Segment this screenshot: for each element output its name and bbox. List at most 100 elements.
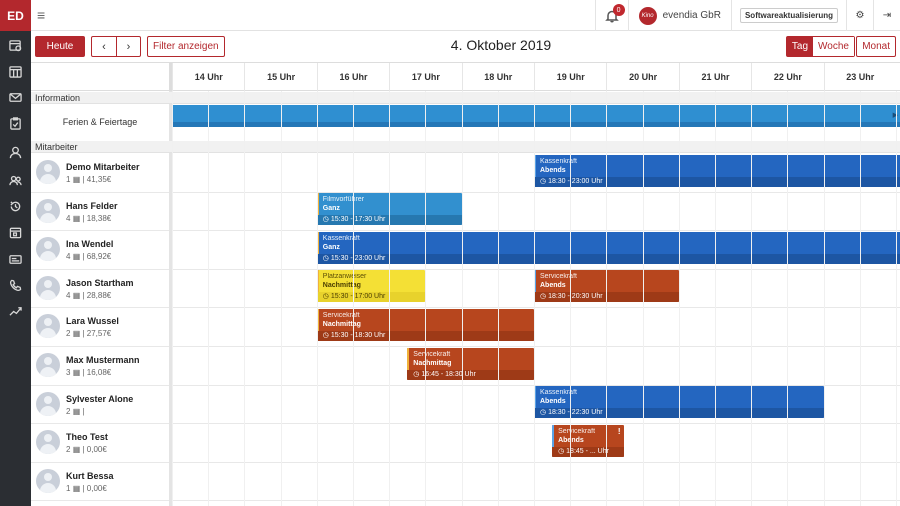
hour-label: 16 Uhr: [316, 63, 389, 91]
user-icon[interactable]: [8, 145, 23, 160]
view-month-button[interactable]: Monat: [856, 36, 896, 57]
next-button[interactable]: ›: [116, 37, 140, 56]
shift-time-text: 15:30 - 17:30 Uhr: [330, 216, 386, 224]
mail-icon[interactable]: [8, 90, 23, 105]
employee-name: Lara Wussel: [66, 316, 119, 327]
calendar-icon: ▦: [72, 483, 81, 493]
grid-line: [534, 91, 535, 506]
employee-row[interactable]: Lara Wussel 2 ▦ | 27,57€: [31, 308, 169, 346]
shift-role: Servicekraft: [413, 350, 451, 358]
employee-meta: 1 ▦ | 41,35€: [66, 175, 112, 184]
calendar-icon: ▦: [72, 252, 81, 262]
hour-label: 14 Uhr: [172, 63, 244, 91]
company-logo: Kino: [638, 6, 657, 25]
shift-count: 2: [66, 445, 71, 455]
shift-type: Abends: [540, 282, 566, 290]
grid-line: [859, 91, 861, 506]
shift-count: 3: [66, 368, 71, 377]
grid-line: [208, 91, 210, 506]
shift-type: Ganz: [322, 243, 340, 251]
calendar-toolbar: Heute ‹ › Filter anzeigen 4. Oktober 201…: [31, 31, 900, 62]
prev-button[interactable]: ‹: [92, 37, 116, 56]
shift-role: Servicekraft: [558, 427, 596, 435]
section-staff: Mitarbeiter: [31, 141, 900, 153]
employee-row[interactable]: Hans Felder 4 ▦ | 18,38€: [31, 193, 169, 231]
shift-block[interactable]: Platzanweiser Nachmittag ◷ 15:30 - 17:00 U…: [316, 270, 426, 303]
employee-meta: 2 ▦ | 0,00€: [66, 445, 107, 455]
grid-line: [461, 91, 463, 506]
calendar-icon: ▦: [72, 329, 81, 339]
hour-label: 15 Uhr: [244, 63, 316, 91]
calendar-grid-icon[interactable]: [8, 64, 23, 79]
trend-icon[interactable]: [8, 304, 23, 319]
avatar: [36, 198, 60, 223]
shift-type: Abends: [540, 166, 566, 174]
sidebar: ED: [0, 0, 31, 506]
app-logo[interactable]: ED: [0, 0, 31, 31]
phone-icon[interactable]: [8, 278, 23, 293]
grid-line: [751, 91, 753, 506]
shift-type: Ganz: [322, 205, 340, 213]
employee-row[interactable]: Demo Mitarbeiter 1 ▦ | 41,35€: [31, 154, 169, 192]
employee-row[interactable]: Sylvester Alone 2 ▦ |: [31, 386, 169, 424]
employee-amount: 16,08€: [86, 368, 112, 377]
employee-amount: 18,38€: [86, 213, 112, 223]
company-switcher[interactable]: Kino evendia GbR: [629, 0, 731, 31]
shift-count: 2: [66, 406, 71, 416]
notifications-button[interactable]: 0: [596, 0, 628, 31]
avatar: [36, 275, 60, 300]
grid-line: [606, 91, 608, 506]
shift-role: Filmvorführer: [322, 196, 365, 204]
shift-block[interactable]: ServicekraftAbends◷ 18:45 - ... Uhr!: [552, 424, 625, 457]
employee-meta: 4 ▦ | 18,38€: [66, 213, 112, 223]
users-icon[interactable]: [8, 173, 23, 188]
software-update-button[interactable]: Softwareaktualisierung: [739, 8, 838, 23]
shift-role: Servicekraft: [540, 273, 577, 281]
hour-label: 23 Uhr: [823, 63, 896, 91]
today-button[interactable]: Heute: [35, 36, 85, 57]
shift-count: 4: [66, 213, 71, 223]
employee-row[interactable]: Kurt Bessa 1 ▦ | 0,00€: [31, 463, 169, 501]
employee-row[interactable]: Theo Test 2 ▦ | 0,00€: [31, 424, 169, 462]
employee-name: Hans Felder: [66, 200, 118, 211]
employee-name: Theo Test: [66, 432, 108, 443]
avatar: [36, 237, 60, 262]
hour-label: 20 Uhr: [606, 63, 678, 91]
shift-role: Kassenkraft: [322, 234, 360, 242]
employee-row[interactable]: Max Mustermann 3 ▦ | 16,08€: [31, 347, 169, 385]
id-card-icon[interactable]: [8, 252, 23, 267]
hour-label: 22 Uhr: [751, 63, 823, 91]
clock-calendar-icon[interactable]: [8, 38, 23, 53]
gears-icon[interactable]: ⚙: [847, 0, 873, 31]
logout-icon[interactable]: ⇥: [874, 0, 900, 31]
shift-type: Nachmittag: [413, 359, 452, 367]
shift-block[interactable]: Kassenkraft Abends ◷ 18:30 - 23:00 Uhr: [534, 154, 900, 187]
view-day-button[interactable]: Tag: [786, 37, 814, 56]
filter-button[interactable]: Filter anzeigen: [147, 36, 225, 57]
employee-meta: 4 ▦ | 28,88€: [66, 290, 112, 300]
history-icon[interactable]: [8, 199, 23, 214]
hamburger-icon[interactable]: ≡: [37, 7, 53, 23]
employee-name: Jason Startham: [66, 277, 134, 288]
shift-time-text: 15:30 - 18:30 Uhr: [330, 331, 386, 339]
grid-line: [316, 91, 318, 506]
employee-row[interactable]: Jason Startham 4 ▦ | 28,88€: [31, 270, 169, 308]
grid-line: [172, 91, 173, 506]
grid-line: [678, 91, 680, 506]
hour-label: 18 Uhr: [461, 63, 534, 91]
hour-header: 14 Uhr 15 Uhr 16 Uhr 17 Uhr 18 Uhr 19 Uhr 20 U…: [31, 63, 900, 91]
shift-type: Nachmittag: [322, 320, 361, 328]
hour-label: 17 Uhr: [389, 63, 461, 91]
calendar-icon[interactable]: [8, 225, 23, 240]
employee-amount: 41,35€: [86, 175, 112, 184]
clipboard-icon[interactable]: [8, 116, 23, 131]
shift-block[interactable]: Kassenkraft Ganz ◷ 15:30 - 23:00 Uhr: [316, 231, 900, 264]
employee-name: Kurt Bessa: [66, 470, 114, 481]
shift-role: Kassenkraft: [540, 157, 577, 165]
employee-row[interactable]: Ina Wendel 4 ▦ | 68,92€: [31, 231, 169, 269]
calendar-icon: ▦: [72, 368, 81, 377]
shift-time-text: 15:30 - 23:00 Uhr: [330, 254, 386, 262]
shift-role: Kassenkraft: [540, 389, 577, 397]
avatar: [36, 353, 60, 377]
view-week-button[interactable]: Woche: [813, 37, 854, 56]
